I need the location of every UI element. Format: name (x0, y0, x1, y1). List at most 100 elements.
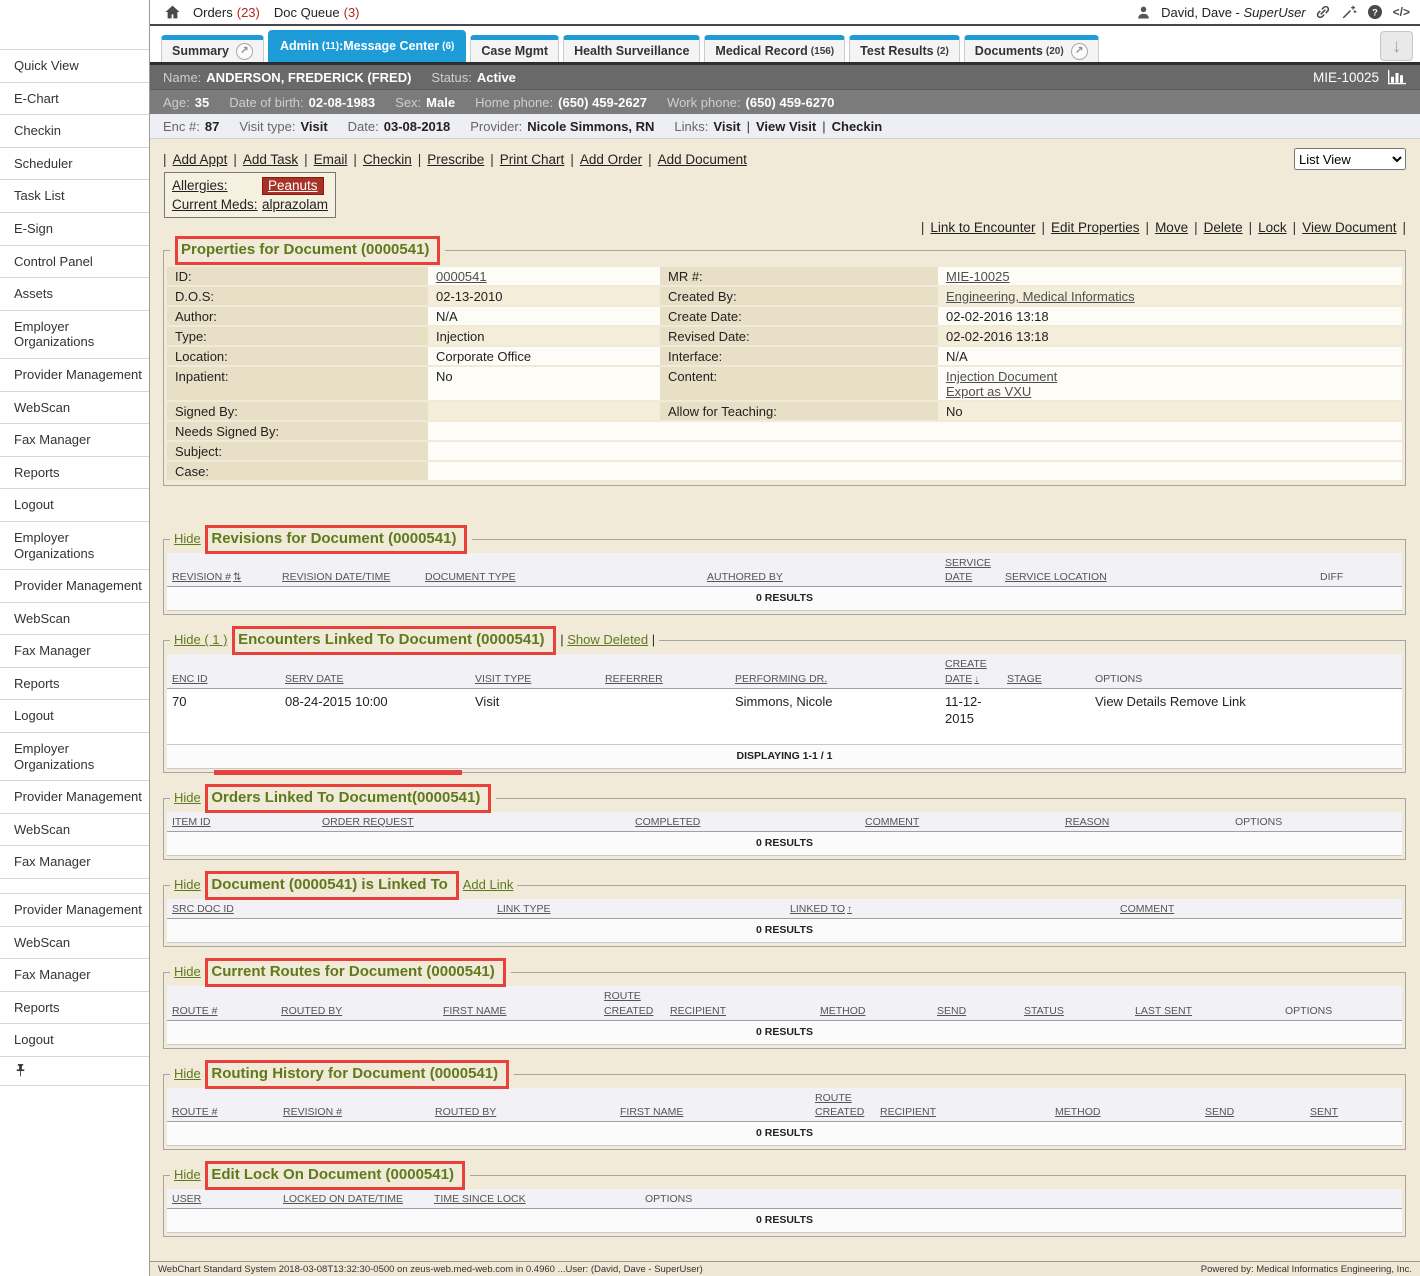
sidebar-item-employer-organizations[interactable]: Employer Organizations (0, 522, 149, 570)
prop-mrn-link[interactable]: MIE-10025 (946, 269, 1010, 284)
current-meds-link[interactable]: Current Meds: (172, 197, 262, 212)
col-route-created[interactable]: ROUTE CREATED (815, 1091, 880, 1119)
col-time-since-lock[interactable]: TIME SINCE LOCK (434, 1192, 645, 1206)
nav-doc-queue[interactable]: Doc Queue (3) (274, 5, 360, 20)
col-order-request[interactable]: ORDER REQUEST (322, 815, 635, 829)
col-routed-by[interactable]: ROUTED BY (281, 1004, 443, 1018)
allergies-link[interactable]: Allergies: (172, 178, 262, 193)
sidebar-item-e-chart[interactable]: E-Chart (0, 83, 149, 116)
tab-test-results[interactable]: Test Results (2) (849, 35, 960, 62)
sidebar-item-logout[interactable]: Logout (0, 489, 149, 522)
chart-stats-icon[interactable] (1387, 70, 1407, 85)
col-serv-date[interactable]: SERV DATE (285, 672, 475, 686)
sidebar-item-provider-management[interactable]: Provider Management (0, 359, 149, 392)
popout-icon[interactable]: ↗ (1071, 43, 1088, 60)
hide-routes-link[interactable]: Hide (174, 964, 201, 979)
view-document-link[interactable]: View Document (1302, 220, 1396, 235)
col-routed-by[interactable]: ROUTED BY (435, 1105, 620, 1119)
show-deleted-link[interactable]: Show Deleted (567, 632, 648, 647)
sidebar-item-fax-manager[interactable]: Fax Manager (0, 846, 149, 879)
col-revision-num[interactable]: REVISION # (283, 1105, 435, 1119)
col-comment[interactable]: COMMENT (1120, 902, 1397, 916)
col-user[interactable]: USER (172, 1192, 283, 1206)
hide-edit-lock-link[interactable]: Hide (174, 1167, 201, 1182)
wand-icon[interactable] (1341, 4, 1358, 21)
col-send[interactable]: SEND (937, 1004, 1024, 1018)
sidebar-item-reports[interactable]: Reports (0, 992, 149, 1025)
link-icon[interactable] (1315, 4, 1332, 21)
col-create-date[interactable]: CREATE DATE (945, 657, 1007, 686)
col-last-sent[interactable]: LAST SENT (1135, 1004, 1285, 1018)
col-comment[interactable]: COMMENT (865, 815, 1065, 829)
col-performing-dr[interactable]: PERFORMING DR. (735, 672, 945, 686)
hide-encounters-link[interactable]: Hide ( 1 ) (174, 632, 227, 647)
sidebar-item-provider-management[interactable]: Provider Management (0, 781, 149, 814)
col-method[interactable]: METHOD (1055, 1105, 1205, 1119)
email-link[interactable]: Email (314, 152, 348, 167)
sidebar-item-scheduler[interactable]: Scheduler (0, 148, 149, 181)
hide-history-link[interactable]: Hide (174, 1066, 201, 1081)
hide-linked-to-link[interactable]: Hide (174, 877, 201, 892)
sidebar-item-webscan[interactable]: WebScan (0, 927, 149, 960)
col-revision-datetime[interactable]: REVISION DATE/TIME (282, 570, 425, 584)
col-service-location[interactable]: SERVICE LOCATION (1005, 570, 1320, 584)
collapse-tabs-button[interactable]: ↓ (1380, 31, 1413, 61)
tab-documents[interactable]: Documents (20) ↗ (964, 35, 1099, 62)
checkin-link[interactable]: Checkin (363, 152, 412, 167)
tab-case-mgmt[interactable]: Case Mgmt (470, 35, 559, 62)
sidebar-item-quick-view[interactable]: Quick View (0, 50, 149, 83)
col-reason[interactable]: REASON (1065, 815, 1235, 829)
view-details-link[interactable]: View Details (1095, 694, 1166, 709)
tab-medical-record[interactable]: Medical Record (156) (704, 35, 845, 62)
col-stage[interactable]: STAGE (1007, 672, 1095, 686)
tab-summary[interactable]: Summary ↗ (161, 35, 264, 62)
link-to-encounter-link[interactable]: Link to Encounter (930, 220, 1035, 235)
popout-icon[interactable]: ↗ (236, 43, 253, 60)
prop-created-by-link[interactable]: Engineering, Medical Informatics (946, 289, 1135, 304)
col-revision-num[interactable]: REVISION # (172, 570, 282, 585)
col-src-doc-id[interactable]: SRC DOC ID (172, 902, 497, 916)
sidebar-item-control-panel[interactable]: Control Panel (0, 246, 149, 279)
view-mode-select[interactable]: List View (1294, 148, 1406, 170)
col-referrer[interactable]: REFERRER (605, 672, 735, 686)
link-visit[interactable]: Visit (713, 119, 740, 134)
prop-id-link[interactable]: 0000541 (436, 269, 487, 284)
remove-link-link[interactable]: Remove Link (1170, 694, 1246, 709)
edit-properties-link[interactable]: Edit Properties (1051, 220, 1140, 235)
help-icon[interactable]: ? (1367, 4, 1384, 21)
col-status[interactable]: STATUS (1024, 1004, 1135, 1018)
col-recipient[interactable]: RECIPIENT (880, 1105, 1055, 1119)
prescribe-link[interactable]: Prescribe (427, 152, 484, 167)
sidebar-item-webscan[interactable]: WebScan (0, 392, 149, 425)
sidebar-pin-toggle[interactable] (0, 1057, 149, 1086)
sidebar-item-checkin[interactable]: Checkin (0, 115, 149, 148)
add-order-link[interactable]: Add Order (580, 152, 642, 167)
hide-orders-link[interactable]: Hide (174, 790, 201, 805)
col-route-num[interactable]: ROUTE # (172, 1105, 283, 1119)
sidebar-item-task-list[interactable]: Task List (0, 180, 149, 213)
sidebar-item-employer-organizations[interactable]: Employer Organizations (0, 311, 149, 359)
col-visit-type[interactable]: VISIT TYPE (475, 672, 605, 686)
col-document-type[interactable]: DOCUMENT TYPE (425, 570, 707, 584)
add-document-link[interactable]: Add Document (658, 152, 747, 167)
sidebar-item-logout[interactable]: Logout (0, 1024, 149, 1057)
lock-link[interactable]: Lock (1258, 220, 1287, 235)
sidebar-item-logout[interactable]: Logout (0, 700, 149, 733)
col-recipient[interactable]: RECIPIENT (670, 1004, 820, 1018)
sidebar-item-provider-management[interactable]: Provider Management (0, 570, 149, 603)
home-icon[interactable] (164, 4, 181, 21)
col-route-num[interactable]: ROUTE # (172, 1004, 281, 1018)
current-meds-value[interactable]: alprazolam (262, 197, 328, 212)
allergy-value[interactable]: Peanuts (262, 177, 324, 195)
col-enc-id[interactable]: ENC ID (172, 672, 285, 686)
sidebar-item-fax-manager[interactable]: Fax Manager (0, 635, 149, 668)
tab-health-surveillance[interactable]: Health Surveillance (563, 35, 700, 62)
col-sent[interactable]: SENT (1310, 1105, 1397, 1119)
col-first-name[interactable]: FIRST NAME (443, 1004, 604, 1018)
col-linked-to[interactable]: LINKED TO (790, 902, 1120, 917)
col-route-created[interactable]: ROUTE CREATED (604, 989, 670, 1017)
export-as-vxu-link[interactable]: Export as VXU (946, 384, 1394, 399)
col-method[interactable]: METHOD (820, 1004, 937, 1018)
hide-revisions-link[interactable]: Hide (174, 531, 201, 546)
add-task-link[interactable]: Add Task (243, 152, 298, 167)
